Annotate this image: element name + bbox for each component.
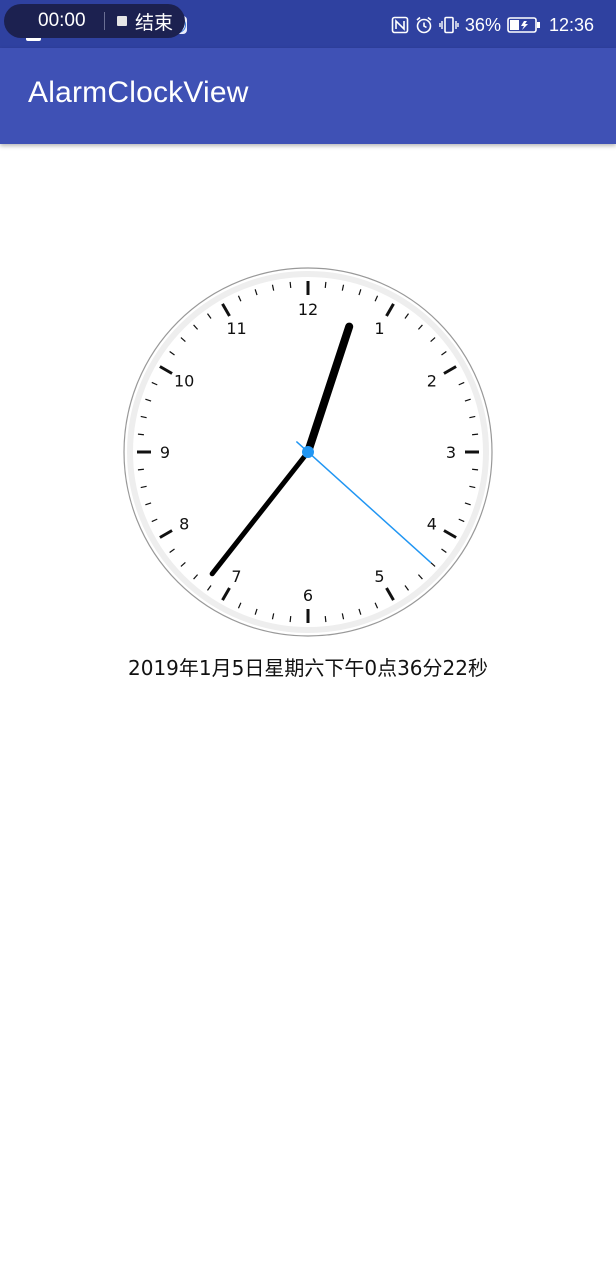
status-time: 12:36 [548, 14, 594, 35]
minute-tick [137, 468, 144, 471]
minute-tick [324, 616, 327, 623]
clock-number: 8 [179, 515, 189, 534]
minute-tick [324, 281, 327, 288]
battery-percent: 36% [464, 14, 501, 35]
minute-tick [137, 433, 144, 436]
minute-tick [289, 281, 292, 288]
clock-number: 9 [160, 443, 170, 462]
clock-number: 2 [427, 372, 437, 391]
battery-icon [507, 16, 541, 34]
screen-recorder-pill[interactable]: 00:00 结束 [4, 4, 185, 38]
date-time-text: 2019年1月5日星期六下午0点36分22秒 [128, 656, 488, 680]
clock-number: 7 [231, 567, 241, 586]
minute-tick [472, 433, 479, 436]
app-title: AlarmClockView [28, 76, 249, 109]
clock-number: 4 [427, 515, 437, 534]
alarm-icon [415, 16, 433, 34]
recording-timer: 00:00 [38, 10, 86, 31]
clock-number: 5 [374, 567, 384, 586]
minute-tick [289, 616, 292, 623]
minute-tick [472, 468, 479, 471]
app-bar: AlarmClockView [0, 48, 616, 144]
stop-icon[interactable] [117, 16, 127, 26]
clock-number: 11 [226, 319, 246, 338]
clock-number: 12 [298, 300, 318, 319]
clock-number: 1 [374, 319, 384, 338]
stop-recording-button[interactable]: 结束 [135, 8, 173, 35]
clock-face: 121234567891011 [123, 267, 493, 637]
clock-number: 6 [303, 586, 313, 605]
analog-clock: 12 1 2 3 4 5 6 7 8 9 10 11 [121, 265, 495, 639]
nfc-icon [391, 16, 409, 34]
recorder-divider [104, 12, 105, 30]
vibrate-icon [439, 16, 459, 34]
clock-center-pin [302, 446, 314, 458]
status-right: 36% 12:36 [391, 8, 594, 42]
clock-number: 3 [446, 443, 456, 462]
clock-number: 10 [174, 372, 194, 391]
